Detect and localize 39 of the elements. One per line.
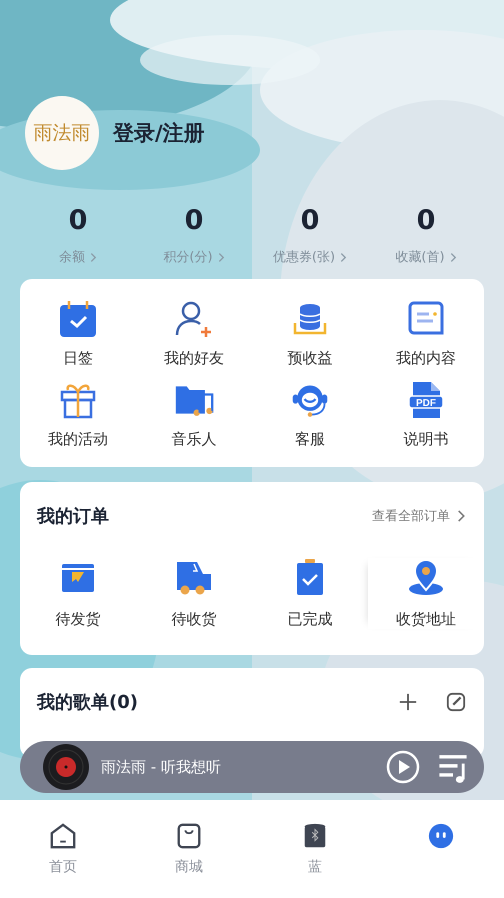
profile-face-icon [427, 822, 455, 850]
play-button[interactable] [386, 750, 420, 784]
vinyl-disc-icon [43, 744, 89, 790]
order-status-label[interactable]: 待发货 [56, 610, 100, 629]
track-title: 雨法雨 - 听我想听 [101, 758, 222, 776]
shortcut-label[interactable]: 客服 [295, 430, 325, 449]
add-icon[interactable] [398, 692, 418, 712]
stat-value: 0 [416, 204, 436, 238]
orders-title: 我的订单 [37, 505, 109, 528]
chevron-icon [218, 252, 225, 262]
pdf-label: PDF [416, 398, 436, 409]
order-status-label[interactable]: 待收货 [172, 610, 216, 629]
chevron-icon [457, 509, 466, 523]
stat-value: 0 [184, 204, 204, 238]
stat-value: 0 [68, 204, 88, 238]
order-status-label[interactable]: 已完成 [288, 610, 332, 629]
shortcut-label[interactable]: 我的活动 [48, 430, 108, 449]
chevron-icon [340, 252, 348, 262]
edit-icon[interactable] [446, 692, 466, 712]
calendar-check-icon [58, 299, 98, 339]
avatar-logo-text: 雨法雨 [34, 121, 90, 146]
shortcut-label[interactable]: 预收益 [288, 349, 332, 368]
playlists-title: 我的歌单(0) [37, 691, 138, 714]
stat-value: 0 [300, 204, 320, 238]
mini-player[interactable]: 雨法雨 - 听我想听 [20, 741, 484, 793]
view-all-orders-link[interactable]: 查看全部订单 [372, 507, 450, 525]
shortcut-label[interactable]: 日签 [63, 349, 93, 368]
shortcut-label[interactable]: 我的内容 [396, 349, 456, 368]
location-pin-icon [406, 558, 446, 598]
add-friend-icon [174, 299, 214, 339]
shortcut-label[interactable]: 音乐人 [172, 430, 216, 449]
chevron-icon [450, 252, 457, 262]
chevron-icon [90, 252, 97, 262]
order-status-label[interactable]: 收货地址 [396, 610, 456, 629]
shortcut-label[interactable]: 说明书 [404, 430, 448, 449]
home-icon [49, 822, 77, 850]
shortcut-label[interactable]: 我的好友 [164, 349, 224, 368]
shopping-bag-icon [175, 822, 203, 850]
login-link[interactable]: 登录/注册 [113, 119, 205, 147]
